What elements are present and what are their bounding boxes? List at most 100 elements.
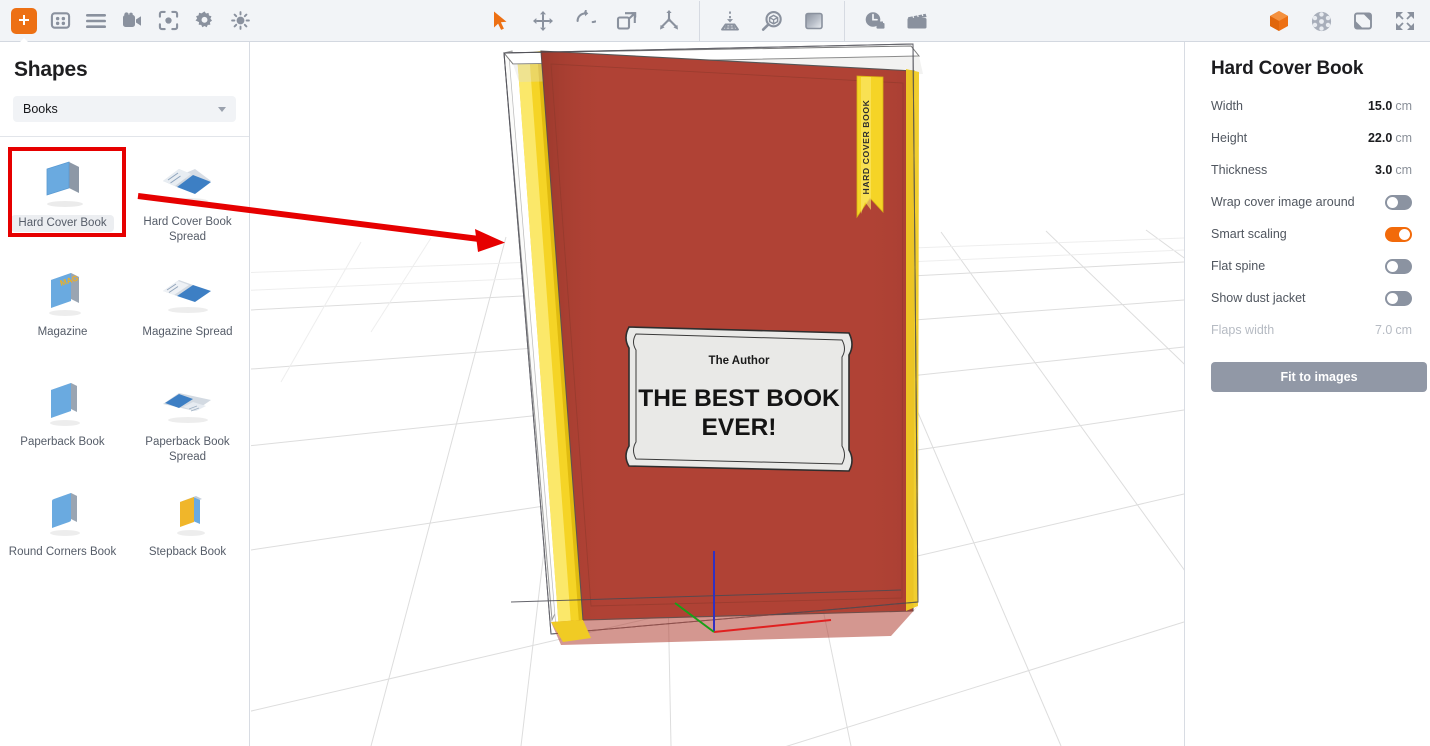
toolbar-left-group	[0, 0, 258, 47]
shape-item-label: Magazine	[37, 326, 88, 338]
toolbar-right-group	[1258, 0, 1426, 42]
add-icon-button[interactable]	[6, 4, 42, 47]
shape-item-magazine-spread[interactable]: Magazine Spread	[125, 255, 250, 365]
width-unit: cm	[1395, 99, 1412, 113]
book-3d-model: HARD COVER BOOK The Author THE BEST BOOK…	[502, 43, 923, 645]
active-notch-add	[15, 37, 33, 47]
move-icon-button[interactable]	[522, 4, 564, 38]
ribbon-text: HARD COVER BOOK	[861, 99, 871, 194]
property-label: Height	[1211, 131, 1248, 145]
distribute-icon	[660, 10, 678, 30]
width-number: 15.0	[1367, 99, 1393, 113]
shape-item-hard-cover-book-spread[interactable]: Hard Cover Book Spread	[125, 145, 250, 255]
sphere-wireframe-icon-button[interactable]	[1300, 4, 1342, 38]
round-corners-book-thumb-icon	[31, 485, 95, 543]
shape-item-magazine[interactable]: MAG Magazine	[0, 255, 125, 365]
shape-item-paperback-book-spread[interactable]: Paperback Book Spread	[125, 365, 250, 475]
inspect-object-icon	[761, 11, 782, 31]
gradient-surface-icon-button[interactable]	[793, 4, 835, 38]
toolbar-separator-2	[844, 1, 845, 41]
hard-cover-book-thumb-icon	[31, 155, 95, 213]
light-bulb-icon	[230, 11, 250, 30]
shapes-grid: Hard Cover Book Hard Cover Book Spread M…	[0, 137, 249, 585]
shape-item-label: Paperback Book	[20, 436, 105, 448]
property-value-height[interactable]: 22.0 cm	[1368, 131, 1412, 145]
inspect-object-icon-button[interactable]	[751, 4, 793, 38]
shape-item-paperback-book[interactable]: Paperback Book	[0, 365, 125, 475]
bookmark-ribbon: HARD COVER BOOK	[856, 75, 884, 219]
camera-video-icon-button[interactable]	[114, 4, 150, 38]
shape-item-label: Hard Cover Book	[11, 215, 114, 232]
property-value-width[interactable]: 15.0 cm	[1368, 99, 1412, 113]
list-lines-icon	[86, 13, 106, 28]
grid-items-icon-button[interactable]	[42, 4, 78, 38]
time-of-day-icon-button[interactable]	[854, 4, 896, 38]
shape-item-label: Hard Cover Book Spread	[143, 216, 232, 243]
flaps-width-unit: cm	[1395, 323, 1412, 337]
shape-item-label: Round Corners Book	[8, 546, 117, 558]
toggle-flat-spine[interactable]	[1385, 258, 1412, 274]
fullscreen-expand-icon	[1396, 12, 1414, 30]
list-lines-icon-button[interactable]	[78, 4, 114, 38]
select-cursor-icon-button[interactable]	[480, 4, 522, 38]
properties-list: Width 15.0 cm Height 22.0 cm Thickness 3.0…	[1201, 90, 1414, 346]
thickness-unit: cm	[1395, 163, 1412, 177]
property-row-flaps-width: Flaps width 7.0 cm	[1201, 314, 1414, 346]
drop-to-floor-icon	[721, 11, 739, 31]
shape-item-label: Paperback Book Spread	[145, 436, 230, 463]
property-label: Width	[1211, 99, 1243, 113]
viewport-3d[interactable]: HARD COVER BOOK The Author THE BEST BOOK…	[251, 42, 1184, 746]
snapshot-focus-icon	[158, 10, 178, 31]
select-cursor-icon	[494, 11, 507, 30]
distribute-icon-button[interactable]	[648, 4, 690, 38]
fit-to-images-button[interactable]: Fit to images	[1211, 362, 1427, 392]
toolbar-center-group	[480, 0, 938, 42]
cube-3d-icon	[1270, 11, 1288, 31]
height-unit: cm	[1395, 131, 1412, 145]
height-number: 22.0	[1367, 131, 1393, 145]
property-row-show-dust-jacket: Show dust jacket	[1201, 282, 1414, 314]
camera-video-icon	[123, 11, 141, 27]
shadow-plane-icon-button[interactable]	[1342, 4, 1384, 38]
light-bulb-icon-button[interactable]	[222, 4, 258, 38]
gradient-surface-icon	[805, 12, 823, 30]
shape-item-stepback-book[interactable]: Stepback Book	[125, 475, 250, 585]
toggle-knob	[1387, 196, 1398, 208]
properties-panel: Hard Cover Book Width 15.0 cm Height 22.0…	[1184, 42, 1430, 746]
properties-title: Hard Cover Book	[1211, 58, 1364, 79]
app-root: Shapes Books Hard Cover Book Hard Cover …	[0, 0, 1430, 746]
property-row-flat-spine: Flat spine	[1201, 250, 1414, 282]
clapperboard-icon	[907, 12, 927, 29]
toggle-knob	[1399, 228, 1410, 240]
scale-icon-button[interactable]	[606, 4, 648, 38]
shape-item-round-corners-book[interactable]: Round Corners Book	[0, 475, 125, 585]
rotate-icon-button[interactable]	[564, 4, 606, 38]
clapperboard-icon-button[interactable]	[896, 4, 938, 38]
property-label: Wrap cover image around	[1211, 195, 1355, 209]
property-value-thickness[interactable]: 3.0 cm	[1375, 163, 1412, 177]
grid-items-icon	[50, 12, 70, 29]
cover-title-line1: THE BEST BOOK	[638, 385, 840, 412]
scale-icon	[616, 12, 637, 30]
move-icon	[533, 11, 553, 31]
shadow-plane-icon	[1354, 12, 1372, 30]
magazine-spread-thumb-icon	[156, 265, 220, 323]
toggle-show-dust-jacket[interactable]	[1385, 290, 1412, 306]
cube-3d-icon-button[interactable]	[1258, 4, 1300, 38]
toggle-wrap-cover-image-around[interactable]	[1385, 194, 1412, 210]
gear-icon-button[interactable]	[186, 4, 222, 38]
drop-to-floor-icon-button[interactable]	[709, 4, 751, 38]
snapshot-focus-icon-button[interactable]	[150, 4, 186, 38]
fullscreen-expand-icon-button[interactable]	[1384, 4, 1426, 38]
shape-category-label: Books	[23, 102, 58, 116]
thickness-number: 3.0	[1374, 163, 1393, 177]
property-label: Thickness	[1211, 163, 1268, 177]
add-icon	[11, 7, 37, 34]
shape-category-select[interactable]: Books	[13, 96, 236, 122]
top-toolbar	[0, 0, 1430, 47]
shape-item-label: Magazine Spread	[142, 326, 233, 338]
page-title: Shapes	[14, 58, 88, 81]
toggle-smart-scaling[interactable]	[1385, 226, 1412, 242]
shape-item-hard-cover-book[interactable]: Hard Cover Book	[0, 145, 125, 255]
property-value-flaps-width: 7.0 cm	[1375, 323, 1412, 337]
